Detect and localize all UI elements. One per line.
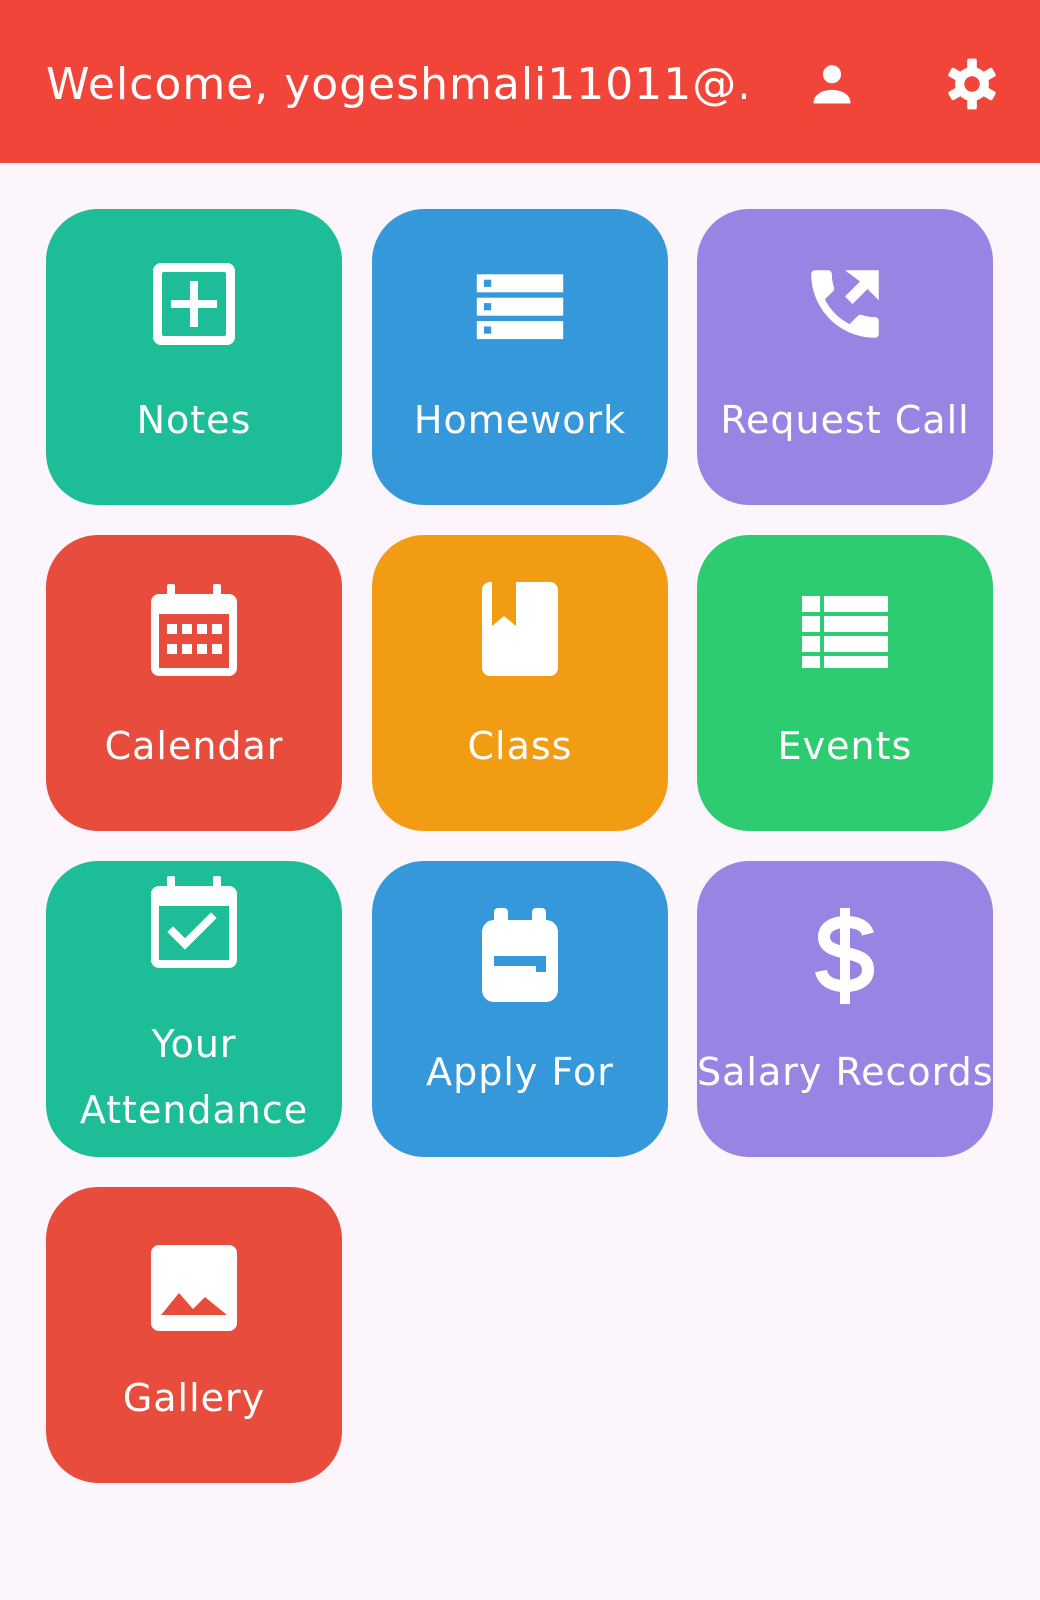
- tile-notes[interactable]: Notes: [46, 209, 342, 505]
- tile-label: Request Call: [720, 398, 970, 442]
- list-server-icon: [475, 259, 565, 349]
- profile-button[interactable]: [800, 52, 864, 116]
- backpack-icon: [475, 908, 565, 1002]
- dollar-icon: [800, 908, 890, 1004]
- tile-your-attendance[interactable]: Your Attendance: [46, 861, 342, 1157]
- image-icon: [149, 1243, 239, 1333]
- tile-label: Notes: [136, 398, 252, 442]
- book-icon: [475, 582, 565, 676]
- tile-class[interactable]: Class: [372, 535, 668, 831]
- tile-label: Homework: [413, 398, 627, 442]
- tile-label: Gallery: [122, 1376, 266, 1420]
- tile-label: Salary Records: [697, 1050, 994, 1094]
- welcome-text: Welcome, yogeshmali11011@...: [46, 59, 746, 110]
- tile-calendar[interactable]: Calendar: [46, 535, 342, 831]
- tile-events[interactable]: Events: [697, 535, 993, 831]
- tile-salary-records[interactable]: Salary Records: [697, 861, 993, 1157]
- calendar-icon: [149, 584, 239, 676]
- tile-gallery[interactable]: Gallery: [46, 1187, 342, 1483]
- list-icon: [800, 585, 890, 675]
- tile-request-call[interactable]: Request Call: [697, 209, 993, 505]
- tile-label: Calendar: [104, 724, 284, 768]
- tile-label: Your Attendance: [79, 1022, 309, 1132]
- calendar-check-icon: [149, 876, 239, 968]
- tile-label: Events: [777, 724, 913, 768]
- tile-label: Apply For: [426, 1050, 614, 1094]
- add-box-icon: [149, 259, 239, 349]
- settings-button[interactable]: [940, 52, 1004, 116]
- phone-callback-icon: [800, 259, 890, 349]
- tile-homework[interactable]: Homework: [372, 209, 668, 505]
- tile-apply-for[interactable]: Apply For: [372, 861, 668, 1157]
- gear-icon: [948, 58, 996, 110]
- person-icon: [813, 65, 851, 104]
- app-bar: Welcome, yogeshmali11011@...: [0, 0, 1040, 163]
- tile-label: Class: [467, 724, 573, 768]
